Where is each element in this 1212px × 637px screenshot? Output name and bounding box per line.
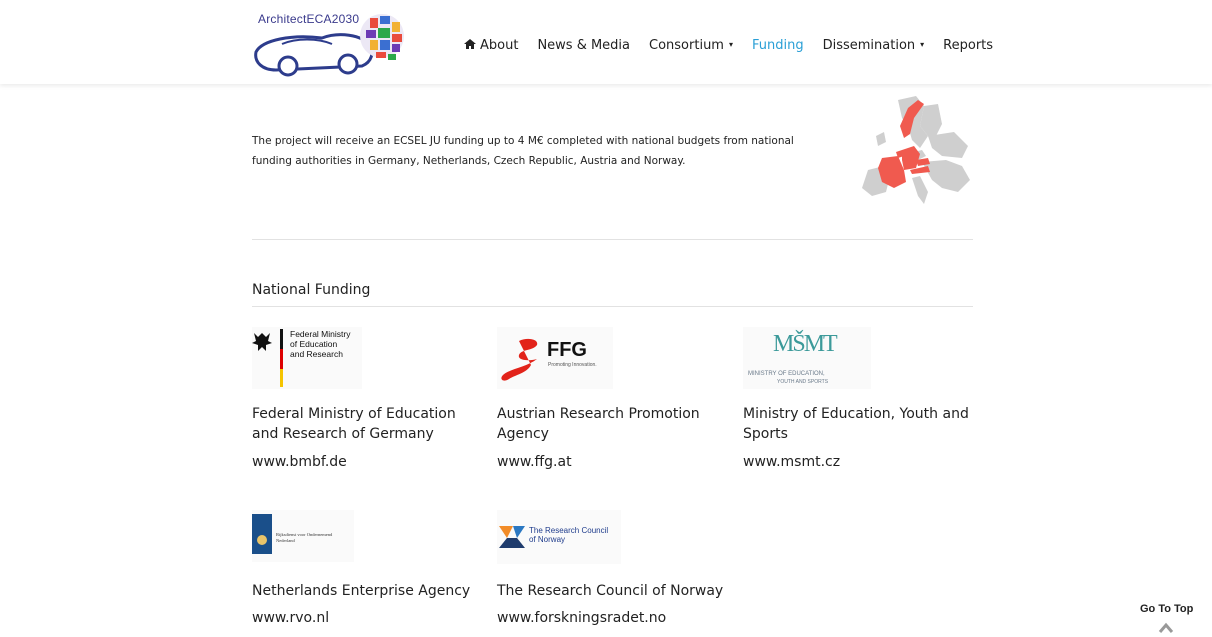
agency-name: Austrian Research Promotion Agency [497, 406, 700, 442]
main-nav: About News & Media Consortium ▾ Funding D… [464, 38, 1012, 53]
chevron-down-icon: ▾ [728, 40, 733, 49]
nav-about-label: About [480, 38, 519, 53]
rvo-logo-line2: Nederland [276, 538, 295, 543]
ffg-swirl-icon [501, 338, 538, 381]
bmbf-logo-line3: and Research [290, 349, 343, 359]
agency-name: Federal Ministry of Education and Resear… [252, 406, 456, 442]
nav-reports-label: Reports [943, 38, 994, 53]
agency-url-link[interactable]: www.rvo.nl [252, 610, 329, 626]
nav-funding-label: Funding [751, 38, 804, 53]
site-logo[interactable]: ArchitectECA2030 [252, 8, 412, 80]
ffg-logo-title: FFG [547, 339, 587, 361]
nav-about[interactable]: About [464, 38, 518, 53]
agency-name: The Research Council of Norway [497, 583, 724, 599]
agency-card-msmt: MŠMT MINISTRY OF EDUCATION, YOUTH AND SP… [743, 327, 973, 470]
nav-consortium[interactable]: Consortium ▾ [649, 38, 733, 53]
national-funding-heading: National Funding [252, 282, 371, 298]
agency-url-link[interactable]: www.msmt.cz [743, 454, 840, 470]
rvo-logo[interactable]: Rijksdienst voor Ondernemend Nederland [252, 510, 354, 562]
ffg-logo-tagline: Promoting Innovation. [548, 362, 597, 368]
bmbf-logo-line2: of Education [290, 339, 338, 349]
go-to-top-button[interactable]: Go To Top [1140, 603, 1193, 615]
chevron-down-icon: ▾ [920, 40, 925, 49]
nav-news-media[interactable]: News & Media [537, 38, 630, 53]
agency-url-link[interactable]: www.forskningsradet.no [497, 610, 666, 626]
ffg-logo[interactable]: FFG Promoting Innovation. [497, 327, 613, 389]
nav-dissemination[interactable]: Dissemination ▾ [823, 38, 925, 53]
nav-funding[interactable]: Funding [752, 38, 804, 53]
agency-url-link[interactable]: www.ffg.at [497, 454, 572, 470]
agency-card-bmbf: Federal Ministry of Education and Resear… [252, 327, 482, 470]
agency-url-link[interactable]: www.bmbf.de [252, 454, 347, 470]
rcn-logo[interactable]: The Research Council of Norway [497, 510, 621, 564]
rcn-logo-line2: of Norway [529, 535, 566, 544]
rcn-emblem-icon [499, 526, 525, 548]
nav-news-media-label: News & Media [537, 38, 631, 53]
home-icon [464, 38, 476, 52]
section-divider [252, 239, 973, 240]
nav-consortium-label: Consortium [649, 38, 724, 53]
agency-name: Ministry of Education, Youth and Sports [743, 406, 969, 442]
chevron-up-icon[interactable] [1158, 620, 1174, 634]
agency-card-rcn: The Research Council of Norway The Resea… [497, 510, 727, 626]
crest-icon [252, 514, 272, 554]
section-divider [252, 306, 973, 307]
bmbf-logo[interactable]: Federal Ministry of Education and Resear… [252, 327, 362, 389]
nav-dissemination-label: Dissemination [822, 38, 916, 53]
agency-card-rvo: Rijksdienst voor Ondernemend Nederland N… [252, 510, 482, 626]
nav-reports[interactable]: Reports [943, 38, 993, 53]
funding-intro-text: The project will receive an ECSEL JU fun… [252, 135, 794, 167]
msmt-logo-mark: MŠMT [773, 331, 838, 357]
bmbf-logo-line1: Federal Ministry [290, 329, 351, 339]
agency-name: Netherlands Enterprise Agency [252, 583, 471, 599]
rcn-logo-line1: The Research Council [529, 526, 609, 535]
msmt-logo[interactable]: MŠMT MINISTRY OF EDUCATION, YOUTH AND SP… [743, 327, 871, 389]
msmt-logo-line1: MINISTRY OF EDUCATION, [748, 371, 825, 377]
logo-text: ArchitectECA2030 [258, 12, 360, 26]
agency-card-ffg: FFG Promoting Innovation. Austrian Resea… [497, 327, 727, 470]
msmt-logo-line2: YOUTH AND SPORTS [777, 379, 829, 385]
europe-map-image [862, 96, 970, 204]
site-header: ArchitectECA2030 About News & Media Cons… [0, 0, 1212, 84]
